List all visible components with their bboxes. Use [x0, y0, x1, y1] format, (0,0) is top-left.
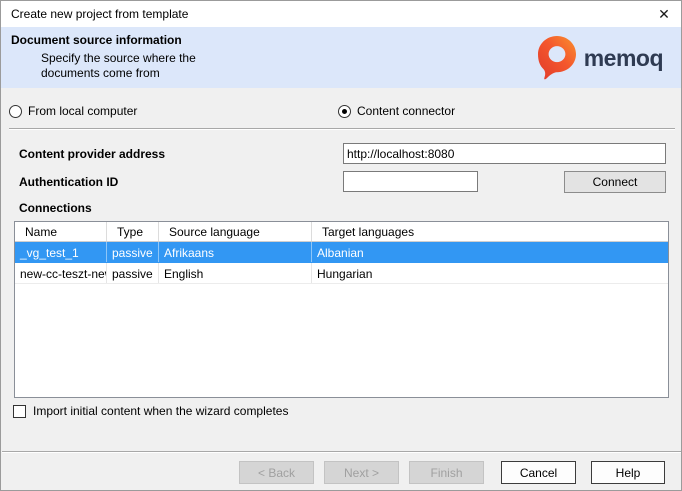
- cell-name: new-cc-teszt-new: [15, 263, 107, 283]
- radio-content-connector[interactable]: Content connector: [338, 104, 455, 118]
- window-title: Create new project from template: [11, 1, 188, 27]
- cell-type: passive: [107, 242, 159, 262]
- cell-type: passive: [107, 263, 159, 283]
- memoq-logo-icon: [538, 36, 576, 80]
- connections-table: Name Type Source language Target languag…: [14, 221, 669, 398]
- separator-top: [9, 128, 675, 130]
- auth-id-label: Authentication ID: [19, 175, 118, 189]
- page-title: Document source information: [11, 33, 182, 47]
- separator-footer: [2, 451, 682, 453]
- finish-button[interactable]: Finish: [409, 461, 484, 484]
- page-subtitle: Specify the source where the documents c…: [41, 51, 196, 81]
- wizard-header: Document source information Specify the …: [1, 27, 681, 88]
- cell-target-languages: Albanian: [312, 242, 668, 262]
- memoq-logo-text: memoq: [584, 45, 663, 72]
- cell-name: _vg_test_1: [15, 242, 107, 262]
- cancel-button[interactable]: Cancel: [501, 461, 576, 484]
- column-header-target-languages[interactable]: Target languages: [312, 222, 668, 241]
- cell-source-language: English: [159, 263, 312, 283]
- close-icon[interactable]: ✕: [654, 4, 674, 24]
- address-input[interactable]: [343, 143, 666, 164]
- connection-row-new-cc-teszt-new[interactable]: new-cc-teszt-new passive English Hungari…: [15, 263, 668, 284]
- import-initial-content-option[interactable]: Import initial content when the wizard c…: [13, 404, 288, 418]
- column-header-source-language[interactable]: Source language: [159, 222, 312, 241]
- cell-source-language: Afrikaans: [159, 242, 312, 262]
- radio-local-label: From local computer: [28, 104, 137, 118]
- column-header-name[interactable]: Name: [15, 222, 107, 241]
- page-subtitle-line1: Specify the source where the: [41, 51, 196, 66]
- cell-target-languages: Hungarian: [312, 263, 668, 283]
- back-button[interactable]: < Back: [239, 461, 314, 484]
- radio-connector-label: Content connector: [357, 104, 455, 118]
- table-header-row: Name Type Source language Target languag…: [15, 222, 668, 242]
- memoq-logo: memoq: [538, 36, 663, 80]
- next-button[interactable]: Next >: [324, 461, 399, 484]
- auth-id-input[interactable]: [343, 171, 478, 192]
- connections-label: Connections: [19, 201, 92, 215]
- import-checkbox[interactable]: [13, 405, 26, 418]
- radio-icon-local[interactable]: [9, 105, 22, 118]
- help-button[interactable]: Help: [591, 461, 665, 484]
- radio-from-local-computer[interactable]: From local computer: [9, 104, 137, 118]
- address-label: Content provider address: [19, 147, 165, 161]
- connection-row-vg-test-1[interactable]: _vg_test_1 passive Afrikaans Albanian: [15, 242, 668, 263]
- import-checkbox-label: Import initial content when the wizard c…: [33, 404, 288, 418]
- create-project-dialog: Create new project from template ✕ Docum…: [0, 0, 682, 491]
- connect-button[interactable]: Connect: [564, 171, 666, 193]
- radio-icon-connector[interactable]: [338, 105, 351, 118]
- column-header-type[interactable]: Type: [107, 222, 159, 241]
- title-bar: Create new project from template ✕: [1, 1, 681, 27]
- page-subtitle-line2: documents come from: [41, 66, 196, 81]
